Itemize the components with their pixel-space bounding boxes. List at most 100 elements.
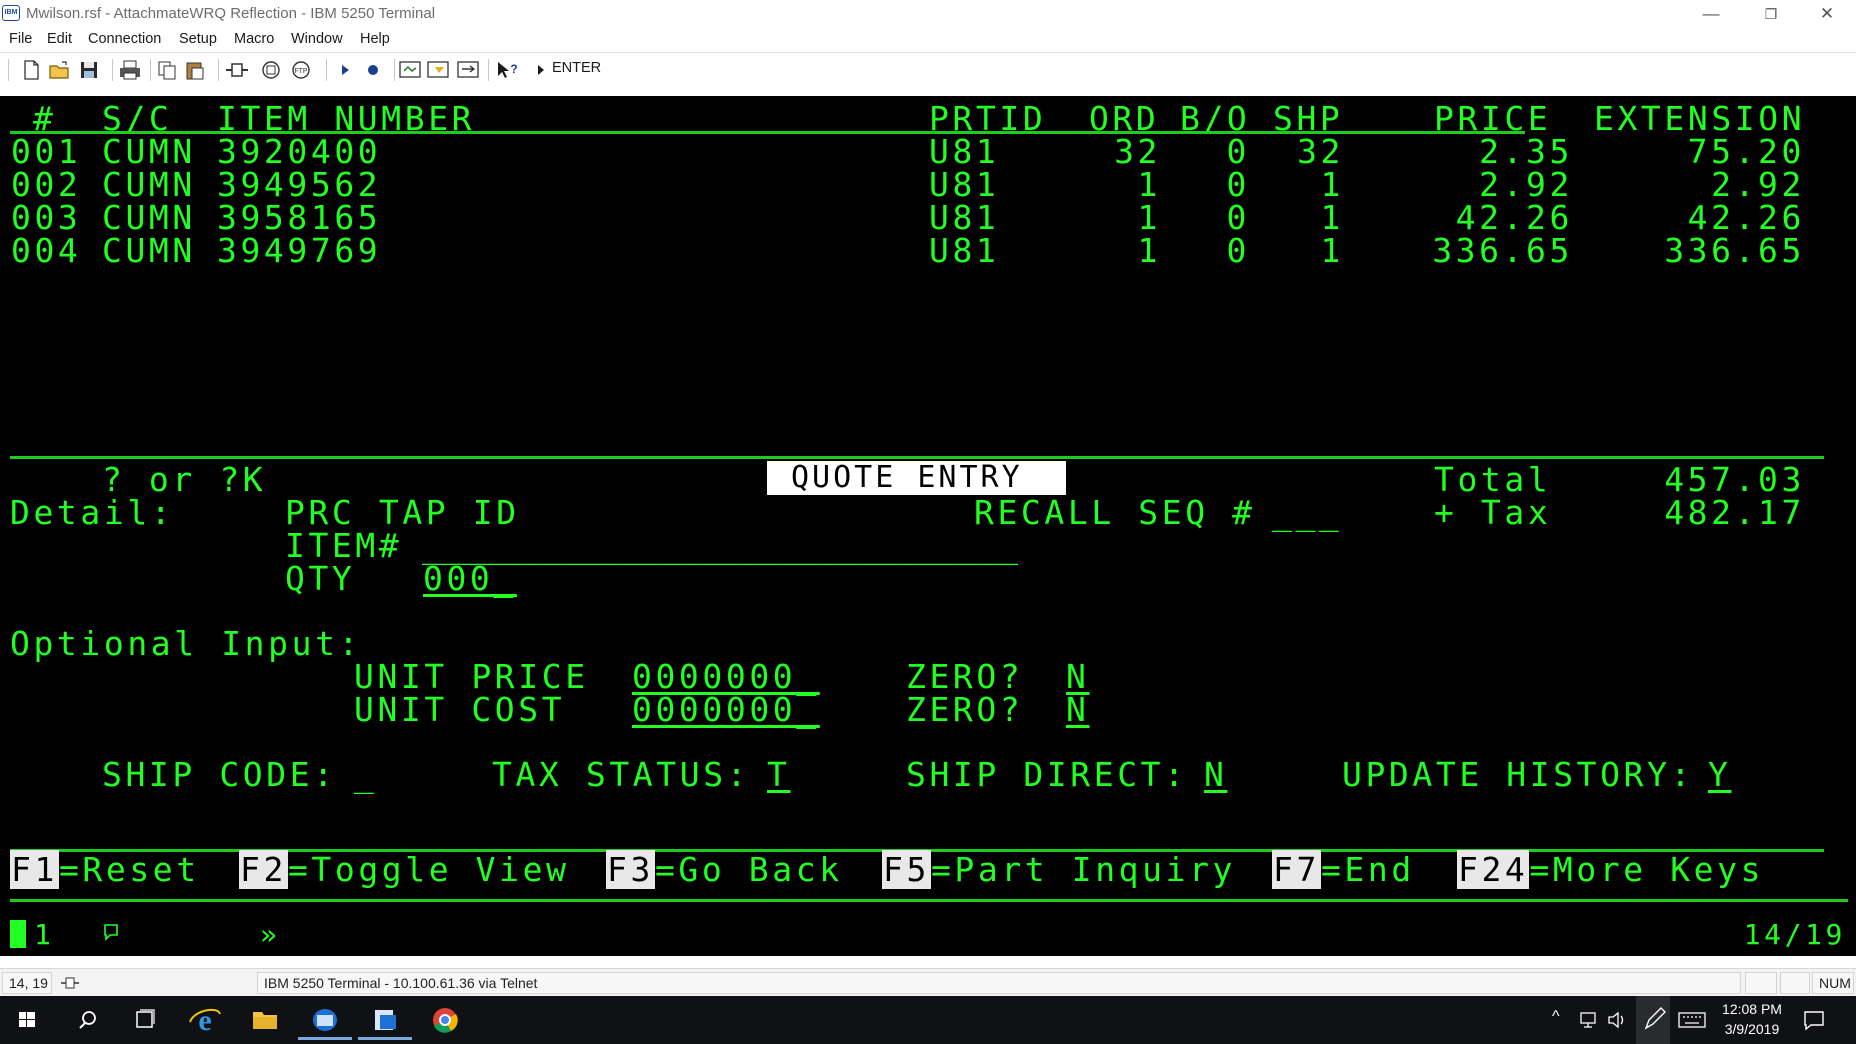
ftp-icon[interactable]: FTP (290, 59, 312, 81)
zero-price-label: ZERO? (906, 657, 1024, 696)
row-extension: 2.92 (1711, 165, 1805, 204)
save-icon[interactable] (78, 59, 100, 81)
app-icon: IBM (2, 5, 20, 21)
print-icon[interactable] (118, 59, 142, 81)
item-label: ITEM# (285, 526, 403, 565)
ship-direct-label: SHIP DIRECT: (906, 755, 1188, 794)
menu-file[interactable]: File (9, 31, 32, 47)
fkey-reset[interactable]: F1=Reset (10, 850, 200, 889)
paste-icon[interactable] (184, 59, 206, 81)
row-item: 3949769 (217, 231, 382, 270)
row-extension: 42.26 (1687, 198, 1805, 237)
row-prtid: U81 (929, 165, 1000, 204)
restore-button[interactable]: ❐ (1744, 0, 1798, 28)
fkey-end[interactable]: F7=End (1272, 850, 1415, 889)
action-center-icon[interactable] (1802, 1009, 1826, 1031)
context-help-icon[interactable]: ? (494, 59, 520, 81)
session-icon[interactable] (260, 59, 282, 81)
row-shp: 32 (1297, 132, 1344, 171)
row-prtid: U81 (929, 132, 1000, 171)
tax-status-field[interactable]: T (767, 758, 790, 792)
fkey-f24-badge: F24 (1457, 850, 1530, 889)
fkey-part-inquiry[interactable]: F5=Part Inquiry (882, 850, 1237, 889)
detail-label: Detail: (10, 493, 175, 532)
play-macro-icon[interactable] (336, 59, 354, 81)
col-header-extension: EXTENSION (1594, 99, 1806, 138)
unit-price-field[interactable]: 0000000_ (632, 660, 820, 694)
recall-seq-field[interactable]: ___ (1272, 496, 1342, 530)
menu-bar: File Edit Connection Setup Macro Window … (0, 28, 1856, 52)
start-windows-icon[interactable] (0, 1000, 54, 1040)
open-folder-icon[interactable] (48, 59, 70, 81)
toolbar-separator (112, 59, 113, 81)
toolbar-separator (150, 59, 151, 81)
enter-button-label[interactable]: ENTER (552, 60, 601, 76)
screen-send-icon[interactable] (426, 59, 450, 81)
fkey-part-inquiry-label: =Part Inquiry (930, 850, 1237, 889)
reflection-session-icon[interactable] (358, 1000, 412, 1040)
toolbar: FTP ? ENTER (0, 52, 1856, 86)
fkey-toggle-view[interactable]: F2=Toggle View (239, 850, 570, 889)
unit-cost-field[interactable]: 0000000_ (632, 693, 820, 727)
insert-mode-indicator: » (260, 918, 281, 951)
search-icon[interactable] (60, 1000, 114, 1040)
status-cursor-pos: 14, 19 (2, 972, 52, 994)
screen-capture-icon[interactable] (398, 59, 422, 81)
row-shp: 1 (1320, 231, 1344, 270)
menu-connection[interactable]: Connection (88, 31, 161, 47)
screen-transfer-icon[interactable] (456, 59, 480, 81)
connection-status-icon (61, 977, 79, 989)
section-divider (10, 456, 1824, 459)
row-price: 336.65 (1432, 231, 1573, 270)
clock-time[interactable]: 12:08 PM (1712, 1001, 1792, 1017)
menu-edit[interactable]: Edit (47, 31, 72, 47)
copy-icon[interactable] (156, 59, 178, 81)
reflection-app-icon[interactable] (298, 1000, 352, 1040)
menu-setup[interactable]: Setup (179, 31, 217, 47)
menu-help[interactable]: Help (360, 31, 390, 47)
file-explorer-icon[interactable] (238, 1000, 292, 1040)
task-view-icon[interactable] (118, 1000, 172, 1040)
volume-icon[interactable] (1606, 1010, 1628, 1030)
row-prtid: U81 (929, 198, 1000, 237)
row-num: 001 (11, 132, 82, 171)
toolbar-separator (326, 59, 327, 81)
menu-macro[interactable]: Macro (234, 31, 274, 47)
qty-field[interactable]: 000_ (423, 562, 517, 596)
fkey-f5-badge: F5 (882, 850, 931, 889)
item-field[interactable]: ______________________________ (422, 529, 1018, 563)
zero-cost-label: ZERO? (906, 690, 1024, 729)
touch-keyboard-icon[interactable] (1678, 1011, 1706, 1029)
zero-price-field[interactable]: N (1066, 660, 1089, 694)
network-icon[interactable] (1578, 1010, 1600, 1030)
clock-date[interactable]: 3/9/2019 (1712, 1021, 1792, 1037)
row-extension: 336.65 (1664, 231, 1805, 270)
internet-explorer-icon[interactable]: e (178, 1000, 232, 1040)
zero-cost-field[interactable]: N (1066, 693, 1089, 727)
show-hidden-icons-icon[interactable]: ^ (1552, 1008, 1560, 1026)
toolbar-separator (394, 59, 395, 81)
ship-code-field[interactable]: _ (354, 758, 377, 792)
row-sc: CUMN (102, 132, 196, 171)
title-bar: IBM Mwilson.rsf - AttachmateWRQ Reflecti… (0, 0, 1856, 28)
record-macro-icon[interactable] (364, 59, 382, 81)
menu-window[interactable]: Window (291, 31, 343, 47)
row-price: 2.35 (1479, 132, 1573, 171)
fkey-more-keys[interactable]: F24=More Keys (1457, 850, 1764, 889)
new-file-icon[interactable] (20, 59, 42, 81)
pen-workspace-button[interactable] (1636, 996, 1670, 1044)
fkey-go-back[interactable]: F3=Go Back (606, 850, 843, 889)
chrome-icon[interactable] (418, 1000, 472, 1040)
fkey-f3-badge: F3 (606, 850, 655, 889)
enter-arrow-icon[interactable] (532, 59, 550, 81)
toolbar-grip (8, 59, 9, 81)
row-sc: CUMN (102, 198, 196, 237)
update-history-field[interactable]: Y (1708, 758, 1731, 792)
minimize-button[interactable]: — (1684, 0, 1738, 28)
window-title: Mwilson.rsf - AttachmateWRQ Reflection -… (26, 5, 436, 22)
unit-price-label: UNIT PRICE (354, 657, 589, 696)
ship-direct-field[interactable]: N (1204, 758, 1227, 792)
close-button[interactable]: ✕ (1800, 0, 1854, 28)
connect-icon[interactable] (224, 59, 250, 81)
row-price: 42.26 (1455, 198, 1573, 237)
